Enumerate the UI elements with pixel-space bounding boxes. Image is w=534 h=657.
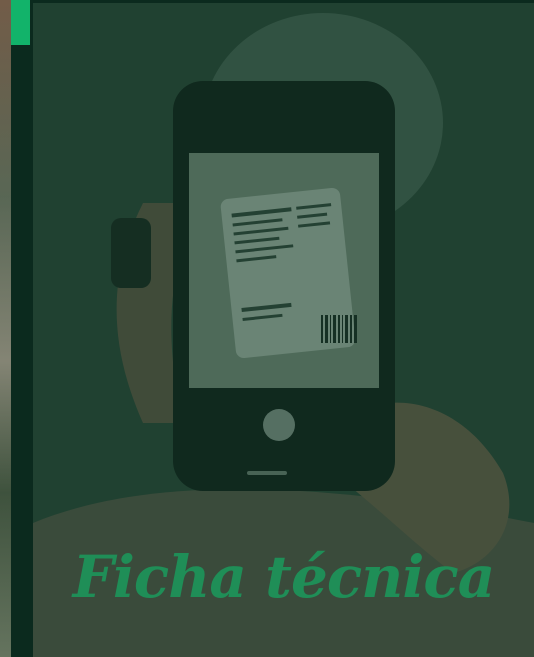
adjacent-panel-strip [0, 0, 33, 657]
hero-card[interactable]: Ficha técnica [33, 0, 534, 657]
adjacent-photo-slice [0, 0, 11, 657]
hero-title: Ficha técnica [72, 543, 496, 611]
accent-marker [11, 0, 30, 45]
side-bar [11, 0, 33, 657]
page: Ficha técnica [0, 0, 534, 657]
